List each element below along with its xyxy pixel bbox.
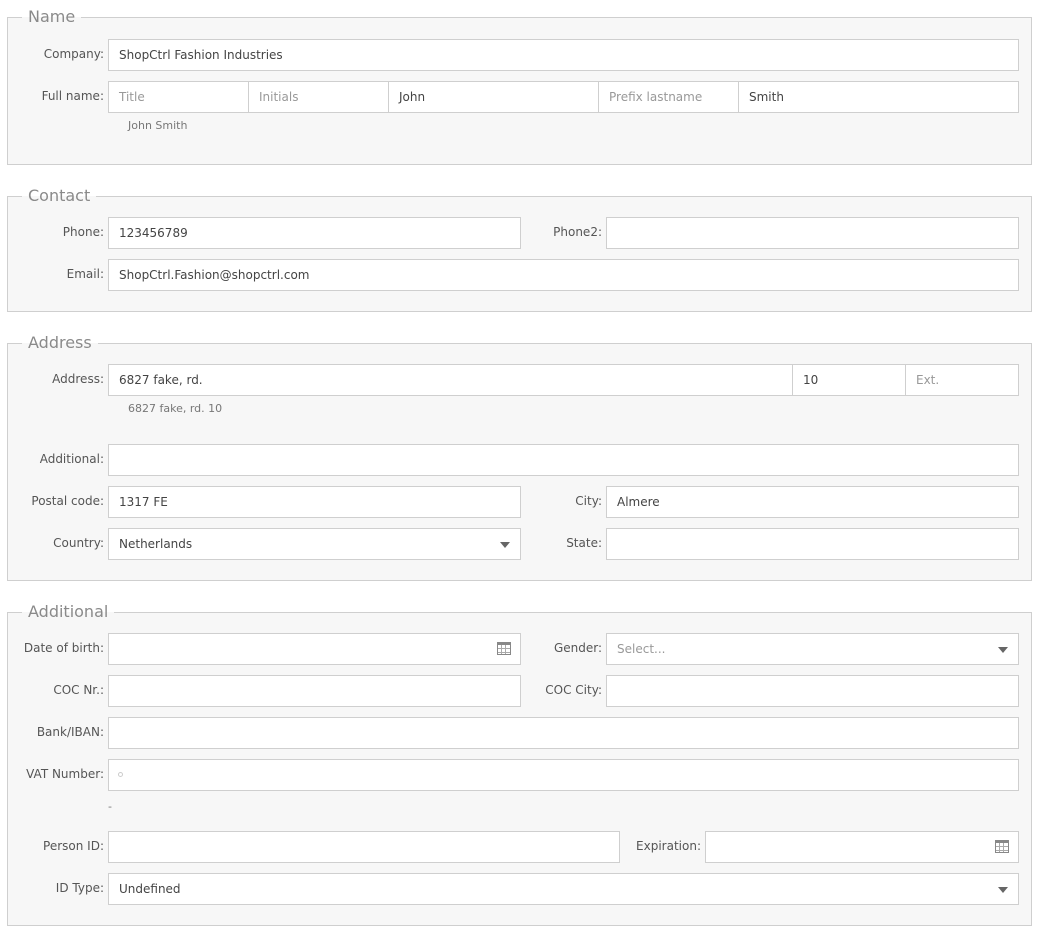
- phone2-label: Phone2:: [553, 225, 602, 239]
- vat-number-input[interactable]: [108, 759, 1019, 791]
- street-input[interactable]: 6827 fake, rd.: [108, 364, 793, 396]
- contact-section-legend: Contact: [22, 186, 97, 206]
- coc-number-input[interactable]: [108, 675, 521, 707]
- country-select[interactable]: Netherlands: [108, 528, 521, 560]
- vat-number-label: VAT Number:: [26, 767, 104, 781]
- postal-code-input[interactable]: 1317 FE: [108, 486, 521, 518]
- country-select-value: Netherlands: [119, 537, 193, 551]
- dob-input[interactable]: [108, 633, 521, 665]
- id-type-select[interactable]: Undefined: [108, 873, 1019, 905]
- email-label: Email:: [66, 267, 104, 281]
- company-input[interactable]: ShopCtrl Fashion Industries: [108, 39, 1019, 71]
- phone2-input[interactable]: [606, 217, 1019, 249]
- id-type-label: ID Type:: [55, 881, 104, 895]
- expiration-input[interactable]: [705, 831, 1019, 863]
- address-section: Address Address: 6827 fake, rd. 10 Ext. …: [7, 333, 1032, 581]
- chevron-down-icon: [998, 887, 1008, 893]
- name-section-legend: Name: [22, 7, 82, 27]
- coc-city-label: COC City:: [545, 683, 602, 697]
- state-input[interactable]: [606, 528, 1019, 560]
- fullname-label: Full name:: [41, 89, 104, 103]
- phone-label: Phone:: [62, 225, 104, 239]
- house-number-input[interactable]: 10: [792, 364, 906, 396]
- city-input[interactable]: Almere: [606, 486, 1019, 518]
- bank-iban-label: Bank/IBAN:: [36, 725, 104, 739]
- bank-iban-input[interactable]: [108, 717, 1019, 749]
- firstname-input[interactable]: John: [388, 81, 599, 113]
- person-id-input[interactable]: [108, 831, 620, 863]
- vat-validation-hint: -: [108, 800, 112, 813]
- person-id-label: Person ID:: [43, 839, 104, 853]
- chevron-down-icon: [998, 647, 1008, 653]
- status-dot-icon: [118, 772, 123, 777]
- address-section-legend: Address: [22, 333, 98, 353]
- title-input[interactable]: Title: [108, 81, 249, 113]
- coc-number-label: COC Nr.:: [53, 683, 104, 697]
- expiration-label: Expiration:: [636, 839, 701, 853]
- id-type-select-value: Undefined: [119, 882, 181, 896]
- gender-select-placeholder: Select...: [617, 642, 666, 656]
- name-section: Name Company: ShopCtrl Fashion Industrie…: [7, 7, 1032, 165]
- coc-city-input[interactable]: [606, 675, 1019, 707]
- house-ext-input[interactable]: Ext.: [905, 364, 1019, 396]
- postal-code-label: Postal code:: [31, 494, 104, 508]
- additional-section-legend: Additional: [22, 602, 115, 622]
- country-label: Country:: [53, 536, 104, 550]
- dob-label: Date of birth:: [23, 641, 104, 655]
- email-input[interactable]: ShopCtrl.Fashion@shopctrl.com: [108, 259, 1019, 291]
- address-preview: 6827 fake, rd. 10: [128, 402, 223, 415]
- additional-section: Additional Date of birth: Gender: Select…: [7, 602, 1032, 926]
- state-label: State:: [566, 536, 602, 550]
- fullname-preview: John Smith: [128, 119, 188, 132]
- additional-address-input[interactable]: [108, 444, 1019, 476]
- prefix-lastname-input[interactable]: Prefix lastname: [598, 81, 739, 113]
- additional-address-label: Additional:: [39, 452, 104, 466]
- contact-section: Contact Phone: 123456789 Phone2: Email: …: [7, 186, 1032, 312]
- calendar-icon[interactable]: [995, 840, 1009, 853]
- gender-select[interactable]: Select...: [606, 633, 1019, 665]
- city-label: City:: [575, 494, 602, 508]
- address-label: Address:: [52, 372, 104, 386]
- gender-label: Gender:: [553, 641, 602, 655]
- initials-input[interactable]: Initials: [248, 81, 389, 113]
- company-label: Company:: [43, 47, 104, 61]
- phone-input[interactable]: 123456789: [108, 217, 521, 249]
- lastname-input[interactable]: Smith: [738, 81, 1019, 113]
